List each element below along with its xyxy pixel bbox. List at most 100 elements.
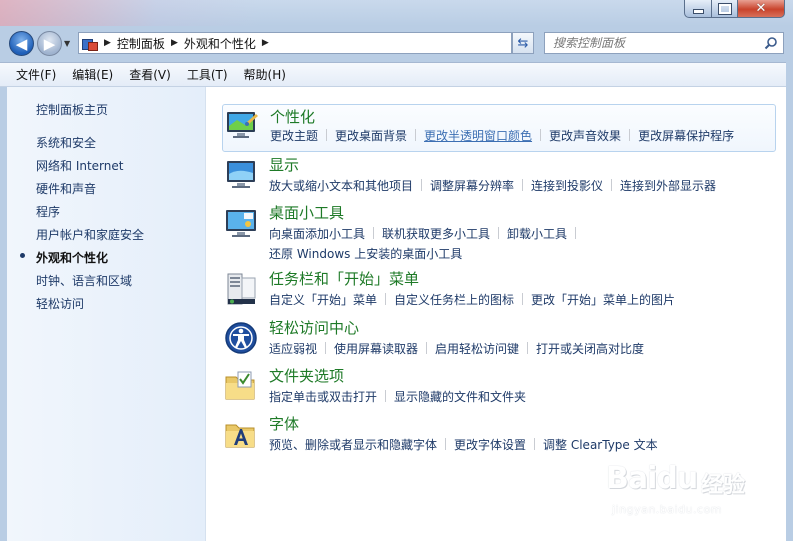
category-title-ease-of-access[interactable]: 轻松访问中心: [269, 317, 359, 338]
breadcrumb-separator-icon[interactable]: ▶: [171, 38, 178, 48]
links-desktop-gadgets: 向桌面添加小工具 联机获取更多小工具 卸载小工具还原 Windows 上安装的桌面小…: [269, 224, 774, 264]
recent-pages-dropdown[interactable]: ▼: [64, 39, 74, 49]
menu-help[interactable]: 帮助(H): [236, 66, 294, 83]
menu-tools[interactable]: 工具(T): [179, 66, 236, 83]
link-customize-taskbar-icons[interactable]: 自定义任务栏上的图标: [394, 293, 514, 307]
category-title-desktop-gadgets[interactable]: 桌面小工具: [269, 202, 344, 223]
category-taskbar-start-menu: 任务栏和「开始」菜单 自定义「开始」菜单 自定义任务栏上的图标 更改「开始」菜单上的…: [220, 268, 776, 312]
link-separator: [527, 342, 529, 354]
category-title-fonts[interactable]: 字体: [269, 413, 299, 434]
close-icon: ✕: [755, 1, 767, 16]
refresh-button[interactable]: ⇆: [512, 32, 534, 54]
link-connect-external-display[interactable]: 连接到外部显示器: [620, 179, 716, 193]
link-low-vision[interactable]: 适应弱视: [269, 342, 317, 356]
link-adjust-resolution[interactable]: 调整屏幕分辨率: [430, 179, 514, 193]
link-customize-start-menu[interactable]: 自定义「开始」菜单: [269, 293, 377, 307]
link-zoom-text[interactable]: 放大或缩小文本和其他项目: [269, 179, 413, 193]
link-change-desktop-background[interactable]: 更改桌面背景: [335, 129, 407, 143]
links-personalization: 更改主题 更改桌面背景 更改半透明窗口颜色 更改声音效果 更改屏幕保护程序: [270, 126, 775, 146]
links-ease-of-access: 适应弱视 使用屏幕读取器 启用轻松访问键 打开或关闭高对比度: [269, 339, 774, 359]
sidebar-item-system-security[interactable]: 系统和安全: [36, 134, 96, 151]
category-title-taskbar[interactable]: 任务栏和「开始」菜单: [269, 268, 419, 289]
sidebar-item-hardware-sound[interactable]: 硬件和声音: [36, 180, 96, 197]
link-show-hidden-files[interactable]: 显示隐藏的文件和文件夹: [394, 390, 526, 404]
category-fonts: 字体 预览、删除或者显示和隐藏字体 更改字体设置 调整 ClearType 文本: [220, 413, 776, 457]
category-title-personalization[interactable]: 个性化: [270, 106, 315, 127]
display-icon[interactable]: [224, 158, 258, 192]
links-display: 放大或缩小文本和其他项目 调整屏幕分辨率 连接到投影仪 连接到外部显示器: [269, 176, 774, 196]
sidebar-item-control-panel-home[interactable]: 控制面板主页: [36, 101, 108, 118]
sidebar-item-network[interactable]: 网络和 Internet: [36, 157, 123, 174]
category-title-folder-options[interactable]: 文件夹选项: [269, 365, 344, 386]
link-separator: [415, 129, 417, 141]
link-cleartype[interactable]: 调整 ClearType 文本: [543, 438, 658, 452]
category-title-display[interactable]: 显示: [269, 154, 299, 175]
category-desktop-gadgets: 桌面小工具 向桌面添加小工具 联机获取更多小工具 卸载小工具还原 Windows 上…: [220, 202, 776, 262]
desktop-gadgets-icon[interactable]: [224, 206, 258, 240]
link-change-theme[interactable]: 更改主题: [270, 129, 318, 143]
fonts-icon[interactable]: [224, 417, 258, 451]
link-add-gadgets[interactable]: 向桌面添加小工具: [269, 227, 365, 241]
breadcrumb-control-panel[interactable]: 控制面板: [117, 35, 165, 52]
link-preview-fonts[interactable]: 预览、删除或者显示和隐藏字体: [269, 438, 437, 452]
link-separator: [498, 227, 500, 239]
baidu-watermark: Baidu 经验 jingyan.baidu.com: [606, 453, 756, 528]
sidebar-item-user-accounts[interactable]: 用户帐户和家庭安全: [36, 226, 144, 243]
watermark-jingyan: 经验: [701, 473, 746, 498]
link-restore-gadgets[interactable]: 还原 Windows 上安装的桌面小工具: [269, 247, 462, 261]
folder-options-icon[interactable]: [224, 369, 258, 403]
link-change-window-color[interactable]: 更改半透明窗口颜色: [424, 129, 532, 143]
maximize-button[interactable]: [711, 0, 738, 18]
menu-edit[interactable]: 编辑(E): [64, 66, 121, 83]
sidebar-item-ease-of-access[interactable]: 轻松访问: [36, 295, 84, 312]
chevron-down-icon: ▼: [64, 39, 71, 48]
window-frame-right: [786, 62, 793, 541]
link-separator: [575, 227, 577, 239]
link-separator: [426, 342, 428, 354]
link-separator: [326, 129, 328, 141]
breadcrumb-separator-icon[interactable]: ▶: [104, 38, 111, 48]
link-change-sound-effects[interactable]: 更改声音效果: [549, 129, 621, 143]
link-access-keys[interactable]: 启用轻松访问键: [435, 342, 519, 356]
search-input[interactable]: [545, 34, 763, 52]
search-box: [544, 32, 784, 54]
breadcrumb[interactable]: ▶ 控制面板 ▶ 外观和个性化 ▶ ▼: [78, 32, 584, 54]
link-separator: [385, 293, 387, 305]
menu-bar: 文件(F) 编辑(E) 查看(V) 工具(T) 帮助(H): [0, 62, 793, 87]
link-screen-reader[interactable]: 使用屏幕读取器: [334, 342, 418, 356]
sidebar-item-programs[interactable]: 程序: [36, 203, 60, 220]
minimize-icon: [692, 9, 704, 14]
breadcrumb-appearance[interactable]: 外观和个性化: [184, 35, 256, 52]
link-connect-projector[interactable]: 连接到投影仪: [531, 179, 603, 193]
forward-button[interactable]: ▶: [37, 31, 62, 56]
back-arrow-icon: ◀: [15, 34, 28, 53]
back-button[interactable]: ◀: [9, 31, 34, 56]
menu-view[interactable]: 查看(V): [121, 66, 179, 83]
menu-file[interactable]: 文件(F): [0, 66, 64, 83]
control-panel-window: ✕ ◀ ▶ ▼ ▶ 控制面板 ▶ 外观和个性化 ▶ ▼ ⇆ 文件(F) 编辑(E…: [0, 0, 793, 541]
link-separator: [325, 342, 327, 354]
category-folder-options: 文件夹选项 指定单击或双击打开 显示隐藏的文件和文件夹: [220, 365, 776, 409]
breadcrumb-separator-icon[interactable]: ▶: [262, 38, 269, 48]
link-separator: [421, 179, 423, 191]
close-button[interactable]: ✕: [737, 0, 785, 18]
link-change-start-menu-picture[interactable]: 更改「开始」菜单上的图片: [531, 293, 675, 307]
taskbar-icon[interactable]: [224, 272, 258, 306]
search-icon[interactable]: [764, 36, 778, 50]
personalization-icon[interactable]: [225, 108, 259, 142]
link-uninstall-gadget[interactable]: 卸载小工具: [507, 227, 567, 241]
forward-arrow-icon: ▶: [43, 34, 56, 53]
link-change-screen-saver[interactable]: 更改屏幕保护程序: [638, 129, 734, 143]
watermark-url: jingyan.baidu.com: [612, 503, 723, 516]
link-font-settings[interactable]: 更改字体设置: [454, 438, 526, 452]
sidebar-item-clock-language[interactable]: 时钟、语言和区域: [36, 272, 132, 289]
link-get-more-gadgets[interactable]: 联机获取更多小工具: [382, 227, 490, 241]
link-single-double-click[interactable]: 指定单击或双击打开: [269, 390, 377, 404]
title-bar[interactable]: ✕: [0, 0, 793, 26]
link-high-contrast[interactable]: 打开或关闭高对比度: [536, 342, 644, 356]
links-taskbar: 自定义「开始」菜单 自定义任务栏上的图标 更改「开始」菜单上的图片: [269, 290, 774, 310]
ease-of-access-icon[interactable]: [224, 321, 258, 355]
current-location-bullet: [20, 253, 25, 258]
minimize-button[interactable]: [684, 0, 712, 18]
window-frame-left: [0, 87, 7, 541]
